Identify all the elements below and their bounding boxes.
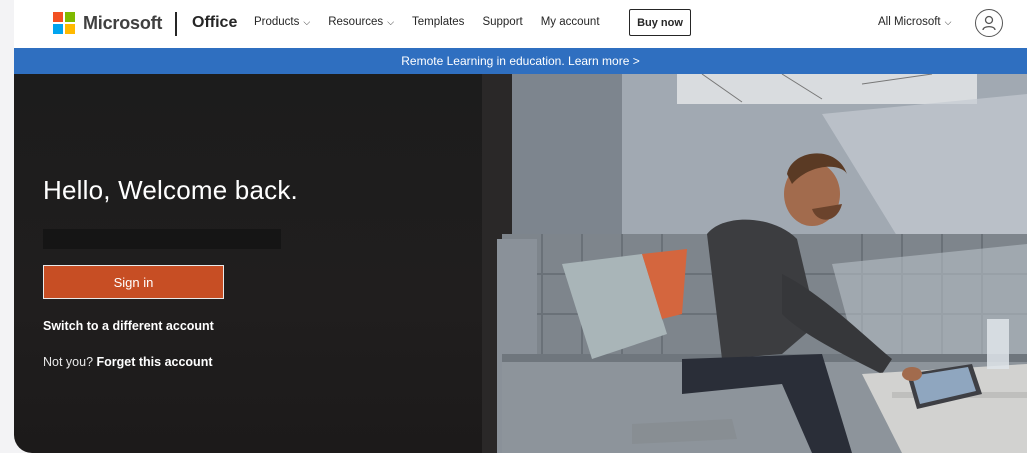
switch-account-link[interactable]: Switch to a different account xyxy=(43,319,214,333)
man-on-sofa-illustration xyxy=(482,74,1027,453)
nav-templates[interactable]: Templates xyxy=(412,16,464,28)
hero-section: Hello, Welcome back. Sign in Switch to a… xyxy=(14,74,1027,453)
hero-photo xyxy=(482,74,1027,453)
logo-divider xyxy=(175,12,177,36)
nav-support[interactable]: Support xyxy=(482,16,522,28)
account-circle-icon[interactable] xyxy=(975,9,1003,37)
page-frame: Microsoft Office Products ⌵ Resources ⌵ Te… xyxy=(14,0,1027,453)
email-field[interactable] xyxy=(43,229,281,249)
chevron-down-icon: ⌵ xyxy=(387,17,395,27)
nav-resources[interactable]: Resources ⌵ xyxy=(328,16,394,28)
site-header: Microsoft Office Products ⌵ Resources ⌵ Te… xyxy=(14,0,1027,48)
primary-nav: Products ⌵ Resources ⌵ Templates Support M… xyxy=(254,16,618,28)
chevron-down-icon: ⌵ xyxy=(303,17,311,27)
all-microsoft-menu[interactable]: All Microsoft ⌵ xyxy=(878,16,951,28)
chevron-down-icon: ⌵ xyxy=(944,17,952,27)
signin-panel: Hello, Welcome back. Sign in Switch to a… xyxy=(14,74,482,453)
nav-products[interactable]: Products ⌵ xyxy=(254,16,310,28)
sign-in-button[interactable]: Sign in xyxy=(43,265,224,299)
buy-now-button[interactable]: Buy now xyxy=(629,9,691,36)
nav-my-account[interactable]: My account xyxy=(541,16,600,28)
microsoft-squares-icon xyxy=(53,12,75,34)
welcome-heading: Hello, Welcome back. xyxy=(43,175,298,205)
microsoft-logo[interactable]: Microsoft xyxy=(53,12,162,34)
forget-account-link[interactable]: Forget this account xyxy=(97,355,213,369)
not-you-text: Not you? Forget this account xyxy=(43,355,213,369)
promo-banner-link[interactable]: Remote Learning in education. Learn more… xyxy=(14,48,1027,74)
microsoft-wordmark: Microsoft xyxy=(83,12,163,33)
office-product-link[interactable]: Office xyxy=(192,14,237,32)
